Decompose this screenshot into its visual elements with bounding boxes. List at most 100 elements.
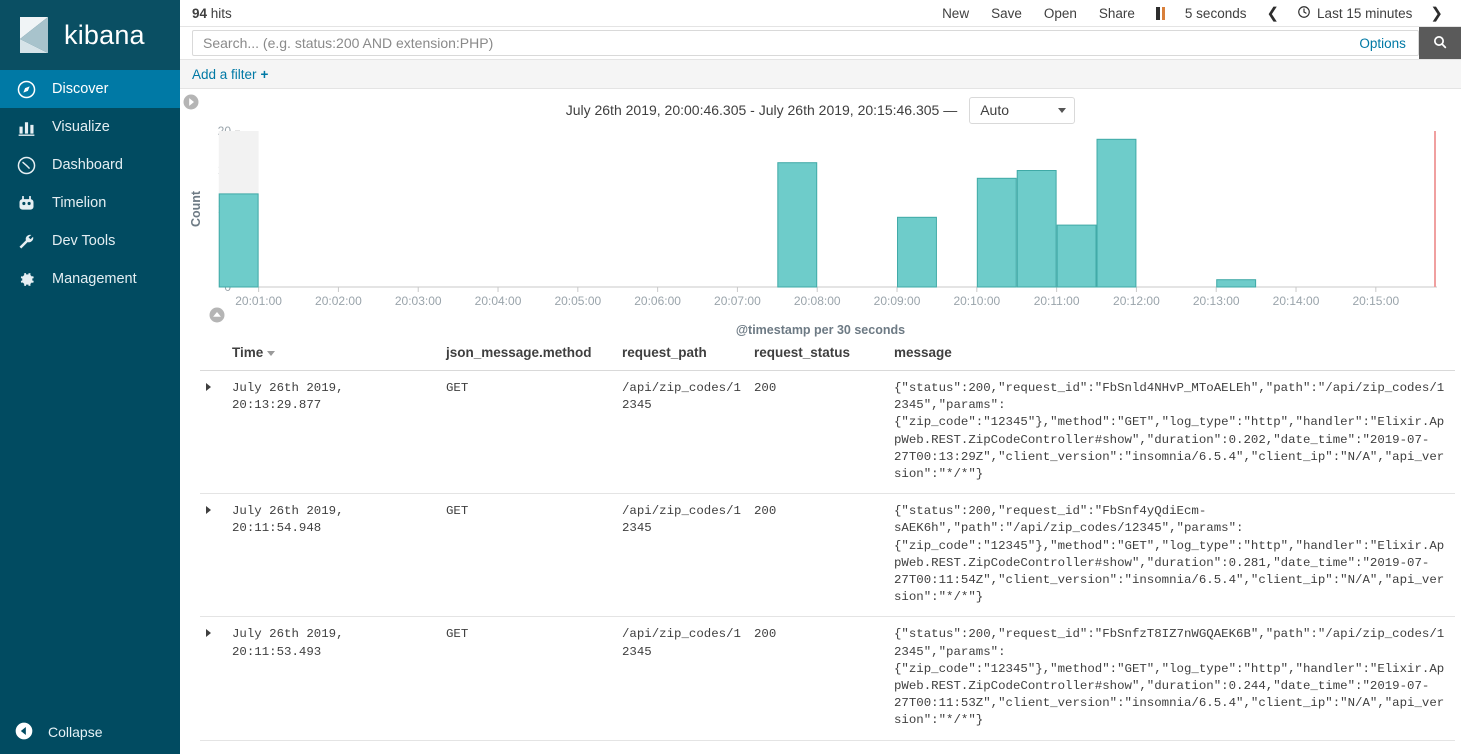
chevron-left-circle-icon (14, 721, 34, 744)
sidebar-collapse-label: Collapse (48, 724, 103, 740)
svg-text:20:03:00: 20:03:00 (395, 294, 442, 308)
sidebar-collapse-button[interactable]: Collapse (0, 710, 180, 754)
timelion-icon (14, 191, 38, 215)
chevron-left-icon[interactable]: ❮ (1256, 4, 1289, 22)
row-message-cell: {"status":200,"request_id":"FbSnld4NHvP_… (888, 370, 1455, 495)
search-icon (1432, 34, 1448, 53)
add-filter-button[interactable]: Add a filter + (192, 67, 268, 82)
search-submit-button[interactable] (1418, 27, 1461, 59)
row-expand-button[interactable] (200, 370, 226, 495)
chart-time-range: July 26th 2019, 20:00:46.305 - July 26th… (565, 102, 958, 118)
table-header-method[interactable]: json_message.method (440, 337, 616, 371)
plus-icon: + (260, 66, 269, 82)
svg-text:20:14:00: 20:14:00 (1273, 294, 1320, 308)
hits-label: hits (210, 5, 232, 21)
svg-text:20:15:00: 20:15:00 (1352, 294, 1399, 308)
table-header-row: Time json_message.method request_path re… (200, 337, 1455, 371)
row-message-cell: {"status":200,"request_id":"FbSnf4yQdiEc… (888, 493, 1455, 618)
table-header-time[interactable]: Time (226, 337, 440, 371)
table-row: July 26th 2019, 20:11:54.948 GET/api/zip_… (200, 493, 1455, 618)
row-method-cell: GET (440, 493, 616, 618)
new-button[interactable]: New (931, 6, 980, 21)
search-input[interactable] (193, 31, 1348, 55)
svg-text:20:13:00: 20:13:00 (1193, 294, 1240, 308)
dashboard-gauge-icon (14, 153, 38, 177)
search-bar: Options (180, 27, 1461, 60)
histogram-section: July 26th 2019, 20:00:46.305 - July 26th… (180, 89, 1461, 337)
wrench-icon (14, 229, 38, 253)
row-method-cell: GET (440, 616, 616, 741)
svg-text:20:11:00: 20:11:00 (1034, 294, 1080, 308)
sidebar-item-timelion[interactable]: Timelion (0, 184, 180, 222)
svg-text:20:07:00: 20:07:00 (714, 294, 761, 308)
table-header-message[interactable]: message (888, 337, 1455, 371)
main-content: 94 hits New Save Open Share 5 seconds ❮ (180, 0, 1461, 754)
save-button[interactable]: Save (980, 6, 1033, 21)
chevron-down-icon (1058, 107, 1067, 113)
table-row: July 26th 2019, 20:13:29.877 GET/api/zip_… (200, 370, 1455, 495)
table-body: July 26th 2019, 20:13:29.877 GET/api/zip_… (200, 370, 1455, 741)
sidebar-item-dashboard[interactable]: Dashboard (0, 146, 180, 184)
svg-text:20:09:00: 20:09:00 (874, 294, 921, 308)
row-method-cell: GET (440, 370, 616, 495)
row-path-cell: /api/zip_codes/12345 (616, 493, 748, 618)
bar-chart-icon (14, 115, 38, 139)
brand-name: kibana (64, 19, 145, 50)
sidebar-item-discover[interactable]: Discover (0, 70, 180, 108)
row-path-cell: /api/zip_codes/12345 (616, 616, 748, 741)
sidebar-item-visualize[interactable]: Visualize (0, 108, 180, 146)
histogram-svg: 0510152020:01:0020:02:0020:03:0020:04:00… (189, 124, 1437, 308)
table-header-time-label: Time (232, 345, 264, 360)
sidebar-item-label: Management (52, 271, 137, 287)
row-path-cell: /api/zip_codes/12345 (616, 370, 748, 495)
share-button[interactable]: Share (1088, 6, 1146, 21)
chevron-right-icon[interactable] (206, 506, 211, 515)
sidebar-nav: Discover Visualize Dashboard Timelion De… (0, 70, 180, 298)
pause-bar-left (1155, 6, 1160, 20)
chevron-up-circle-icon[interactable] (208, 306, 226, 324)
sidebar-item-label: Visualize (52, 119, 110, 135)
top-toolbar: 94 hits New Save Open Share 5 seconds ❮ (180, 0, 1461, 27)
open-button[interactable]: Open (1033, 6, 1088, 21)
hits-count: 94 (192, 5, 208, 21)
sidebar-item-dev-tools[interactable]: Dev Tools (0, 222, 180, 260)
chevron-right-icon[interactable] (206, 629, 211, 638)
chart-interval-select[interactable]: Auto (969, 96, 1076, 124)
chevron-right-icon[interactable] (206, 383, 211, 391)
chart-interval-value: Auto (980, 102, 1010, 118)
svg-text:20:02:00: 20:02:00 (315, 294, 362, 308)
svg-text:20:12:00: 20:12:00 (1113, 294, 1160, 308)
compass-icon (14, 77, 38, 101)
documents-table: Time json_message.method request_path re… (200, 337, 1455, 741)
table-header-path[interactable]: request_path (616, 337, 748, 371)
hits-counter: 94 hits (192, 6, 232, 21)
search-input-wrapper: Options (192, 30, 1419, 56)
row-message-cell: {"status":200,"request_id":"FbSnfzT8IZ7n… (888, 616, 1455, 741)
svg-text:20:10:00: 20:10:00 (953, 294, 1000, 308)
time-range-button[interactable]: Last 15 minutes (1289, 5, 1420, 22)
chevron-right-icon[interactable]: ❯ (1420, 4, 1453, 22)
row-time-cell: July 26th 2019, 20:13:29.877 (226, 370, 440, 495)
sidebar-item-label: Discover (52, 81, 109, 97)
chevron-right-circle-icon[interactable] (182, 93, 200, 111)
svg-text:20:06:00: 20:06:00 (634, 294, 681, 308)
svg-text:20:05:00: 20:05:00 (554, 294, 601, 308)
sort-desc-icon[interactable] (267, 350, 276, 356)
row-status-cell: 200 (748, 493, 888, 618)
pause-icon[interactable] (1146, 6, 1175, 20)
sidebar-item-management[interactable]: Management (0, 260, 180, 298)
histogram-chart[interactable]: 0510152020:01:0020:02:0020:03:0020:04:00… (180, 124, 1461, 325)
table-header-status[interactable]: request_status (748, 337, 888, 371)
time-range-label: Last 15 minutes (1317, 5, 1413, 21)
pause-bar-right (1161, 6, 1165, 20)
sidebar: kibana Discover Visualize Dashboard Time… (0, 0, 180, 754)
search-options-link[interactable]: Options (1347, 36, 1418, 51)
row-time-cell: July 26th 2019, 20:11:54.948 (226, 493, 440, 618)
chart-y-axis-label: Count (189, 190, 203, 227)
row-expand-button[interactable] (200, 616, 226, 741)
table-header-toggle (200, 337, 226, 371)
svg-text:20:04:00: 20:04:00 (475, 294, 522, 308)
row-expand-button[interactable] (200, 493, 226, 618)
svg-text:20:01:00: 20:01:00 (235, 294, 282, 308)
refresh-interval-button[interactable]: 5 seconds (1175, 6, 1257, 21)
